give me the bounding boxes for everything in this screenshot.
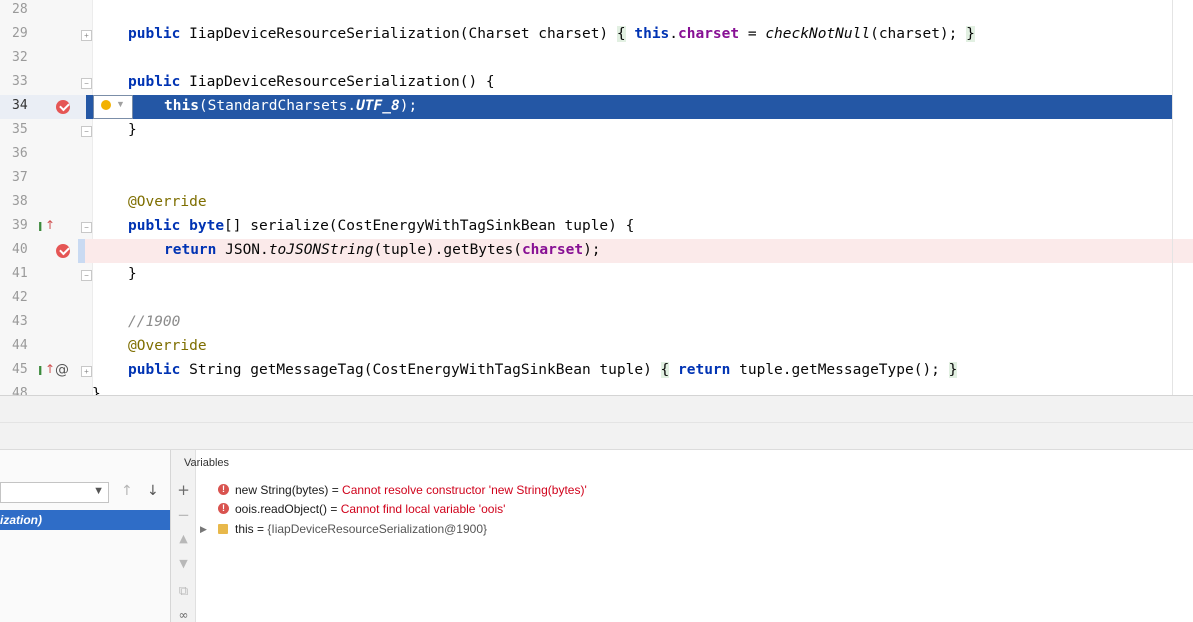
- variable-row[interactable]: ! oois.readObject() = Cannot find local …: [196, 499, 1186, 519]
- variable-name: oois.readObject() =: [235, 502, 341, 516]
- fold-end-icon[interactable]: −: [81, 126, 92, 137]
- line-number: 36: [12, 146, 28, 161]
- variable-row[interactable]: ! new String(bytes) = Cannot resolve con…: [196, 480, 1186, 500]
- variable-name: this =: [235, 522, 268, 536]
- line-number: 29: [12, 26, 28, 41]
- intention-actions-button[interactable]: ▼: [93, 95, 133, 119]
- variable-name: new String(bytes) =: [235, 483, 343, 497]
- frame-up-icon[interactable]: ↑: [121, 483, 133, 499]
- variables-tree[interactable]: ! new String(bytes) = Cannot resolve con…: [196, 478, 1193, 622]
- line-number: 45: [12, 362, 28, 377]
- variables-header: Variables: [184, 457, 230, 469]
- toolbar-divider: [0, 422, 1193, 423]
- move-up-icon[interactable]: ▲: [171, 532, 196, 545]
- line-number: 33: [12, 74, 28, 89]
- variables-side-toolbar: + − ▲ ▼ ⧉ ∞: [171, 450, 196, 622]
- fold-end-icon[interactable]: −: [81, 270, 92, 281]
- frame-list-item-selected[interactable]: ization): [0, 510, 170, 530]
- implements-arrow-icon[interactable]: ↑: [45, 218, 55, 232]
- breakpoint-icon[interactable]: [56, 100, 70, 114]
- intention-bulb-icon: [101, 100, 111, 110]
- variable-row[interactable]: ▶ this = {IiapDeviceResourceSerializatio…: [196, 519, 1186, 539]
- variable-error: Cannot find local variable 'oois': [340, 502, 506, 516]
- line-number: 41: [12, 266, 28, 281]
- variable-value: {IiapDeviceResourceSerialization@1900}: [267, 522, 488, 536]
- add-watch-icon[interactable]: +: [171, 481, 196, 499]
- variable-error: Cannot resolve constructor 'new String(b…: [342, 483, 587, 497]
- fold-plus-icon[interactable]: +: [81, 30, 92, 41]
- move-down-icon[interactable]: ▼: [171, 557, 196, 570]
- code-line-29[interactable]: public IiapDeviceResourceSerialization(C…: [128, 22, 1193, 46]
- error-icon: !: [218, 503, 229, 514]
- remove-watch-icon[interactable]: −: [171, 506, 196, 524]
- breakpoint-icon[interactable]: [56, 244, 70, 258]
- annotation-icon[interactable]: @: [55, 362, 69, 378]
- fold-plus-icon[interactable]: +: [81, 366, 92, 377]
- glasses-icon[interactable]: ∞: [171, 608, 196, 622]
- line-number: 28: [12, 2, 28, 17]
- line-number: 40: [12, 242, 28, 257]
- frames-panel: ▼ ↑ ↓ ization): [0, 450, 171, 622]
- override-icon[interactable]: I: [38, 220, 42, 234]
- code-line-41[interactable]: }: [128, 262, 1193, 286]
- fold-minus-icon[interactable]: −: [81, 78, 92, 89]
- line-number: 34: [12, 98, 28, 113]
- line-number: 32: [12, 50, 28, 65]
- code-line-43[interactable]: //1900: [128, 310, 1193, 334]
- code-editor[interactable]: 28 29 32 33 34 35 36 37 38 39 40 41 42 4…: [0, 0, 1193, 395]
- chevron-down-icon: ▼: [116, 99, 125, 109]
- copy-icon[interactable]: ⧉: [171, 584, 196, 599]
- code-line-35[interactable]: }: [128, 118, 1193, 142]
- code-line-34[interactable]: this(StandardCharsets.UTF_8);: [164, 94, 1164, 118]
- line-number: 44: [12, 338, 28, 353]
- code-line-38[interactable]: @Override: [128, 190, 1193, 214]
- code-line-33[interactable]: public IiapDeviceResourceSerialization()…: [128, 70, 1193, 94]
- line-number: 43: [12, 314, 28, 329]
- frame-down-icon[interactable]: ↓: [147, 483, 159, 499]
- line-number: 37: [12, 170, 28, 185]
- code-line-44[interactable]: @Override: [128, 334, 1193, 358]
- implements-arrow-icon[interactable]: ↑: [45, 362, 55, 376]
- line-number: 48: [12, 386, 28, 395]
- code-line-40[interactable]: return JSON.toJSONString(tuple).getBytes…: [164, 238, 1164, 262]
- expand-triangle-icon[interactable]: ▶: [200, 519, 207, 539]
- thread-select[interactable]: ▼: [0, 482, 109, 503]
- line-number: 39: [12, 218, 28, 233]
- error-icon: !: [218, 484, 229, 495]
- line-number: 42: [12, 290, 28, 305]
- code-line-48[interactable]: }: [92, 382, 1172, 395]
- field-icon: [218, 524, 228, 534]
- line-number: 38: [12, 194, 28, 209]
- debug-toolbar: [0, 396, 1193, 450]
- code-line-45[interactable]: public String getMessageTag(CostEnergyWi…: [128, 358, 1193, 382]
- breakpoint-line-marker: [78, 239, 85, 263]
- line-number: 35: [12, 122, 28, 137]
- fold-minus-icon[interactable]: −: [81, 222, 92, 233]
- chevron-down-icon: ▼: [93, 485, 104, 497]
- override-icon[interactable]: I: [38, 364, 42, 378]
- code-line-39[interactable]: public byte[] serialize(CostEnergyWithTa…: [128, 214, 1193, 238]
